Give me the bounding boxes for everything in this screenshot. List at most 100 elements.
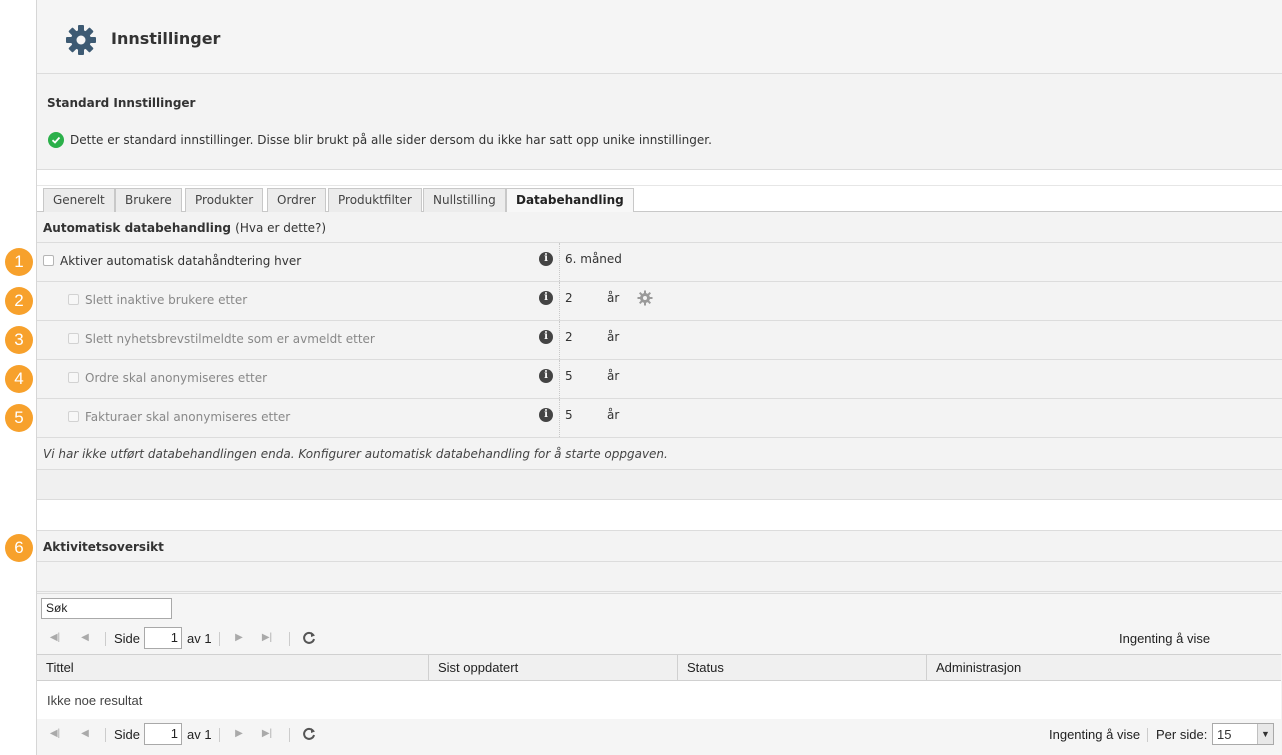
standard-settings-message: Dette er standard innstillinger. Disse b… [48,132,712,148]
enable-auto-data-checkbox[interactable] [43,255,54,266]
setting-value[interactable]: 6. måned [565,252,622,266]
info-icon[interactable]: i [539,330,553,344]
page-count: av 1 [187,631,212,646]
section-header: Automatisk databehandling (Hva er dette?… [37,212,1282,243]
column-header-status[interactable]: Status [678,655,927,681]
tab-generelt[interactable]: Generelt [43,188,115,212]
section-hint-link[interactable]: (Hva er dette?) [235,221,326,235]
next-page-icon[interactable]: ▶ [233,728,245,740]
activity-grid: Søk ◀| ◀ Side 1 av 1 ▶ ▶| Ingenting å vi… [37,593,1281,755]
spacer [37,170,1282,186]
bottom-pager: ◀| ◀ Side 1 av 1 ▶ ▶| Ingenting å vise P… [37,720,1281,750]
gear-icon [66,25,96,55]
page-input[interactable]: 1 [144,723,182,745]
page-count: av 1 [187,727,212,742]
page-header: Innstillinger [37,0,1282,74]
page-label: Side [114,631,141,646]
setting-label: Aktiver automatisk datahåndtering hver [60,254,302,268]
section-title-wrap: Automatisk databehandling (Hva er dette?… [43,221,326,235]
column-header-sist-oppdatert[interactable]: Sist oppdatert [429,655,678,681]
column-header-tittel[interactable]: Tittel [37,655,429,681]
column-divider [559,360,560,398]
callout-badge-5: 5 [5,404,33,432]
page-title: Innstillinger [111,29,221,48]
tab-brukere[interactable]: Brukere [115,188,182,212]
setting-label: Fakturaer skal anonymiseres etter [85,410,291,424]
setting-unit: år [607,369,620,383]
setting-label: Slett nyhetsbrevstilmeldte som er avmeld… [85,332,375,346]
tab-produktfilter[interactable]: Produktfilter [328,188,422,212]
tab-ordrer[interactable]: Ordrer [267,188,326,212]
per-page-select[interactable]: 15 ▼ [1212,723,1274,745]
setting-label: Slett inaktive brukere etter [85,293,248,307]
pager-divider [105,728,106,742]
setting-row-1: Aktiver automatisk datahåndtering hver i… [37,243,1282,282]
per-page-label: Per side: [1156,727,1208,742]
info-icon[interactable]: i [539,291,553,305]
prev-page-icon[interactable]: ◀ [79,728,91,740]
callout-badge-2: 2 [5,287,33,315]
callout-badge-6: 6 [5,534,33,562]
no-result-text: Ikke noe resultat [47,693,143,708]
info-icon[interactable]: i [539,408,553,422]
tab-nullstilling[interactable]: Nullstilling [423,188,506,212]
setting-row-5: Fakturaer skal anonymiseres etter i 5 år [37,399,1282,438]
setting-value[interactable]: 5 [565,408,573,422]
page-label: Side [114,727,141,742]
spacer [37,562,1282,592]
status-note: Vi har ikke utført databehandlingen enda… [37,438,1282,470]
column-header-administrasjon[interactable]: Administrasjon [927,655,1281,681]
setting-row-3: Slett nyhetsbrevstilmeldte som er avmeld… [37,321,1282,360]
refresh-icon[interactable] [301,726,317,742]
prev-page-icon[interactable]: ◀ [79,632,91,644]
table-header: Tittel Sist oppdatert Status Administras… [37,654,1281,681]
first-page-icon[interactable]: ◀| [49,632,61,644]
callout-badge-1: 1 [5,248,33,276]
per-page-value: 15 [1217,727,1232,742]
tab-databehandling[interactable]: Databehandling [506,188,634,213]
tab-bar: Generelt Brukere Produkter Ordrer Produk… [37,186,1282,213]
empty-label: Ingenting å vise [1119,631,1211,646]
setting-unit: år [607,291,620,305]
spacer [37,500,1282,531]
setting-value[interactable]: 2 [565,330,573,344]
anonymize-invoices-checkbox[interactable] [68,411,79,422]
search-input[interactable]: Søk [41,598,172,619]
status-note-text: Vi har ikke utført databehandlingen enda… [43,447,668,461]
last-page-icon[interactable]: ▶| [261,632,273,644]
tab-produkter[interactable]: Produkter [185,188,264,212]
standard-settings-message-text: Dette er standard innstillinger. Disse b… [70,133,712,147]
setting-row-4: Ordre skal anonymiseres etter i 5 år [37,360,1282,399]
top-pager: ◀| ◀ Side 1 av 1 ▶ ▶| Ingenting å vise [37,624,1281,654]
section-title: Automatisk databehandling [43,221,231,235]
pager-divider [289,632,290,646]
delete-unsubscribed-checkbox[interactable] [68,333,79,344]
last-page-icon[interactable]: ▶| [261,728,273,740]
setting-value[interactable]: 5 [565,369,573,383]
standard-settings-panel: Standard Innstillinger Dette er standard… [37,74,1282,170]
refresh-icon[interactable] [301,630,317,646]
cog-icon[interactable] [637,290,653,306]
activity-header: Aktivitetsoversikt [37,531,1282,562]
chevron-down-icon[interactable]: ▼ [1257,724,1273,744]
pager-divider [1147,728,1148,742]
delete-inactive-users-checkbox[interactable] [68,294,79,305]
pager-divider [289,728,290,742]
next-page-icon[interactable]: ▶ [233,632,245,644]
column-divider [559,282,560,320]
pager-divider [219,632,220,646]
pager-divider [105,632,106,646]
info-icon[interactable]: i [539,252,553,266]
setting-value[interactable]: 2 [565,291,573,305]
spacer [37,470,1282,500]
table-body: Ikke noe resultat [37,681,1281,719]
standard-settings-heading: Standard Innstillinger [47,96,196,110]
setting-unit: år [607,408,620,422]
page-input[interactable]: 1 [144,627,182,649]
first-page-icon[interactable]: ◀| [49,728,61,740]
anonymize-orders-checkbox[interactable] [68,372,79,383]
info-icon[interactable]: i [539,369,553,383]
settings-frame: Innstillinger Standard Innstillinger Det… [36,0,1282,755]
activity-title: Aktivitetsoversikt [43,540,164,554]
column-divider [559,321,560,359]
